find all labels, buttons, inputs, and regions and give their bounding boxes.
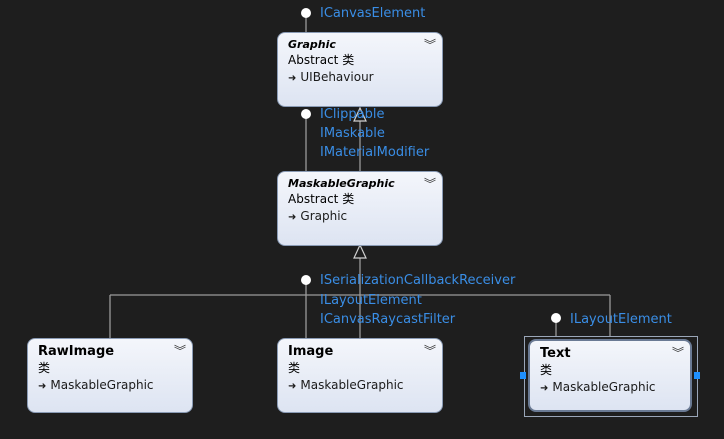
class-base-name: MaskableGraphic [552, 380, 656, 394]
class-base-name: UIBehaviour [300, 70, 374, 84]
interface-label[interactable]: ICanvasRaycastFilter [320, 310, 455, 329]
class-base: ➜ Graphic [288, 208, 432, 226]
class-stereotype: 类 [38, 361, 51, 375]
class-base-name: Graphic [300, 209, 348, 223]
double-chevron-down-icon[interactable]: ︾ [424, 175, 436, 192]
double-chevron-down-icon[interactable]: ︾ [174, 342, 186, 359]
class-stereotype: 类 [288, 361, 301, 375]
class-name: RawImage [38, 344, 115, 359]
class-name: Text [540, 346, 571, 361]
interface-label[interactable]: ILayoutElement [570, 310, 672, 329]
inherit-icon: ➜ [38, 381, 47, 392]
inheritance-arrow-icon [353, 243, 367, 259]
class-name: Graphic [288, 38, 336, 51]
class-base-name: MaskableGraphic [300, 378, 404, 392]
class-box-rawimage[interactable]: ︾ RawImage 类 ➜ MaskableGraphic [27, 338, 193, 413]
lollipop-icon [301, 8, 311, 18]
class-box-graphic[interactable]: ︾ Graphic Abstract 类 ➜ UIBehaviour [277, 32, 443, 107]
class-base-name: MaskableGraphic [50, 378, 154, 392]
class-base: ➜ UIBehaviour [288, 69, 432, 87]
selection-handle-left[interactable] [520, 372, 526, 379]
class-stereotype: Abstract 类 [288, 192, 355, 206]
class-stereotype: 类 [540, 363, 553, 377]
class-stereotype: Abstract 类 [288, 53, 355, 67]
selection-handle-right[interactable] [694, 372, 700, 379]
interface-label[interactable]: IMaterialModifier [320, 143, 429, 162]
class-base: ➜ MaskableGraphic [38, 377, 182, 395]
inherit-icon: ➜ [288, 73, 297, 84]
interface-label[interactable]: ISerializationCallbackReceiver [320, 271, 515, 290]
class-box-image[interactable]: ︾ Image 类 ➜ MaskableGraphic [277, 338, 443, 413]
inherit-icon: ➜ [288, 212, 297, 223]
double-chevron-down-icon[interactable]: ︾ [424, 36, 436, 53]
interface-label[interactable]: IMaskable [320, 124, 385, 143]
double-chevron-down-icon[interactable]: ︾ [424, 342, 436, 359]
class-box-maskablegraphic[interactable]: ︾ MaskableGraphic Abstract 类 ➜ Graphic [277, 171, 443, 246]
class-name: Image [288, 344, 334, 359]
inherit-icon: ➜ [540, 383, 549, 394]
interface-label[interactable]: ICanvasElement [320, 4, 425, 23]
double-chevron-down-icon[interactable]: ︾ [672, 344, 684, 361]
lollipop-icon [551, 313, 561, 323]
class-base: ➜ MaskableGraphic [288, 377, 432, 395]
lollipop-icon [301, 275, 311, 285]
class-base: ➜ MaskableGraphic [540, 379, 680, 397]
inherit-icon: ➜ [288, 381, 297, 392]
lollipop-icon [301, 109, 311, 119]
interface-label[interactable]: IClippable [320, 105, 384, 124]
interface-label[interactable]: ILayoutElement [320, 291, 422, 310]
class-name: MaskableGraphic [288, 177, 395, 190]
class-box-text[interactable]: ︾ Text 类 ➜ MaskableGraphic [528, 339, 692, 412]
